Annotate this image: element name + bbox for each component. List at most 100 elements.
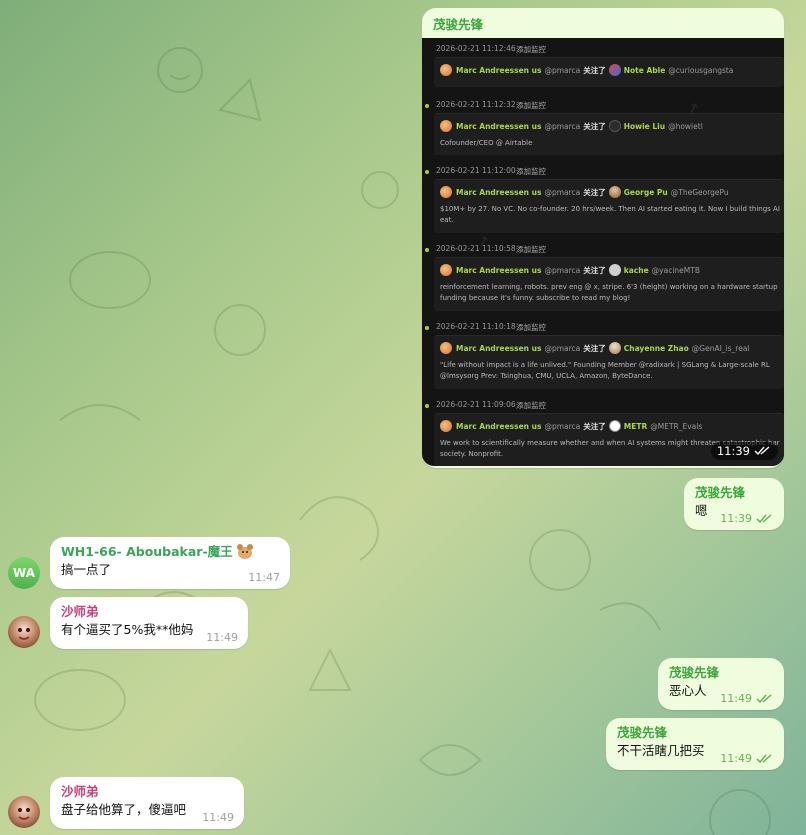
avatar-image-icon xyxy=(18,808,30,820)
follow-card: Marc Andreessen us @pmarca 关注了 kache @ya… xyxy=(434,257,784,311)
target-avatar xyxy=(608,264,621,276)
message-sender[interactable]: WH1-66- Aboubakar-魔王 xyxy=(61,543,280,561)
target-handle: @howietl xyxy=(668,121,703,131)
follow-card: Marc Andreessen us @pmarca 关注了 Howie Liu… xyxy=(434,113,784,155)
add-monitor-link[interactable]: 添加监控 xyxy=(516,100,546,111)
message-bubble[interactable]: WH1-66- Aboubakar-魔王 搞一点了 11:47 xyxy=(50,537,290,589)
message-meta: 11:39 xyxy=(720,512,774,525)
message-time: 11:47 xyxy=(248,571,280,584)
target-avatar xyxy=(608,64,621,76)
target-handle: @METR_Evals xyxy=(650,421,703,431)
timeline-dot xyxy=(425,326,429,330)
actor-name: Marc Andreessen us xyxy=(456,121,542,131)
message-meta: 11:49 xyxy=(720,692,774,705)
follow-verb: 关注了 xyxy=(583,187,606,197)
actor-handle: @pmarca xyxy=(544,187,581,197)
target-avatar xyxy=(608,342,621,354)
target-bio-cont: funding because it's funny. subscribe to… xyxy=(440,294,631,302)
card-message-bubble[interactable]: 茂骏先锋 ↗ ↗ 2026-02-21 11:12:46 添加监控 Marc A… xyxy=(422,8,784,468)
target-name: Chayenne Zhao xyxy=(623,343,689,353)
card-message-sender[interactable]: 茂骏先锋 xyxy=(433,16,483,34)
target-name: kache xyxy=(623,265,649,275)
add-monitor-link[interactable]: 添加监控 xyxy=(516,44,546,55)
actor-handle: @pmarca xyxy=(544,343,581,353)
message-sender[interactable]: 茂骏先锋 xyxy=(669,664,774,682)
message-bubble[interactable]: 沙师弟 有个逼买了5%我**他妈 11:49 xyxy=(50,597,248,649)
message-meta: 11:49 xyxy=(202,811,234,824)
card-message-screenshot[interactable]: ↗ ↗ 2026-02-21 11:12:46 添加监控 Marc Andree… xyxy=(422,38,784,466)
entry-timestamp: 2026-02-21 11:10:18 xyxy=(436,322,516,331)
target-bio: Cofounder/CEO @ Airtable xyxy=(440,139,533,147)
follow-verb: 关注了 xyxy=(583,265,606,275)
target-bio-cont: eat. xyxy=(440,216,454,224)
timeline-dot xyxy=(425,170,429,174)
actor-name: Marc Andreessen us xyxy=(456,265,542,275)
message-time: 11:39 xyxy=(720,512,752,525)
card-message-time: 11:39 xyxy=(710,442,778,460)
double-check-icon xyxy=(756,513,772,523)
avatar[interactable] xyxy=(8,616,40,648)
entry-timestamp: 2026-02-21 11:10:58 xyxy=(436,244,516,253)
target-avatar xyxy=(608,186,621,198)
message-sender[interactable]: 茂骏先锋 xyxy=(617,724,774,742)
target-name: Note Able xyxy=(623,65,666,75)
double-check-icon xyxy=(754,446,770,456)
message-time: 11:49 xyxy=(720,752,752,765)
target-bio-cont: @lmsysorg Prev: Tsinghua, CMU, UCLA, Ama… xyxy=(440,372,653,380)
follow-card: Marc Andreessen us @pmarca 关注了 Note Able… xyxy=(434,57,784,87)
target-avatar xyxy=(608,120,621,132)
actor-avatar xyxy=(440,120,452,132)
target-avatar xyxy=(608,420,621,432)
target-handle: @yacineMTB xyxy=(651,265,700,275)
message-sender[interactable]: 茂骏先锋 xyxy=(695,484,774,502)
time-label: 11:39 xyxy=(716,444,750,458)
entry-timestamp: 2026-02-21 11:12:32 xyxy=(436,100,516,109)
double-check-icon xyxy=(756,693,772,703)
message-time: 11:49 xyxy=(202,811,234,824)
follow-verb: 关注了 xyxy=(583,121,606,131)
avatar-image-icon xyxy=(18,628,30,640)
target-name: George Pu xyxy=(623,187,668,197)
actor-avatar xyxy=(440,264,452,276)
follow-verb: 关注了 xyxy=(583,343,606,353)
avatar[interactable] xyxy=(8,796,40,828)
message-meta: 11:47 xyxy=(248,571,280,584)
timeline-dot xyxy=(425,104,429,108)
timeline-dot xyxy=(425,404,429,408)
message-text: 搞一点了 xyxy=(61,562,112,577)
actor-handle: @pmarca xyxy=(544,421,581,431)
add-monitor-link[interactable]: 添加监控 xyxy=(516,322,546,333)
message-time: 11:49 xyxy=(720,692,752,705)
target-bio: reinforcement learning, robots. prev eng… xyxy=(440,283,780,291)
avatar[interactable]: WA xyxy=(8,557,40,589)
follow-verb: 关注了 xyxy=(583,65,606,75)
message-bubble[interactable]: 茂骏先锋 恶心人 11:49 xyxy=(658,658,784,710)
message-sender[interactable]: 沙师弟 xyxy=(61,783,234,801)
follow-card: Marc Andreessen us @pmarca 关注了 George Pu… xyxy=(434,179,784,233)
message-bubble[interactable]: 茂骏先锋 嗯 11:39 xyxy=(684,478,784,530)
target-name: Howie Liu xyxy=(623,121,666,131)
timeline-dot xyxy=(425,248,429,252)
avatar-initials: WA xyxy=(13,566,35,580)
actor-name: Marc Andreessen us xyxy=(456,187,542,197)
actor-avatar xyxy=(440,342,452,354)
message-bubble[interactable]: 茂骏先锋 不干活瞎几把买 11:49 xyxy=(606,718,784,770)
custom-emoji-icon xyxy=(236,544,253,559)
message-meta: 11:49 xyxy=(206,631,238,644)
message-sender[interactable]: 沙师弟 xyxy=(61,603,238,621)
entry-timestamp: 2026-02-21 11:12:00 xyxy=(436,166,516,175)
add-monitor-link[interactable]: 添加监控 xyxy=(516,244,546,255)
add-monitor-link[interactable]: 添加监控 xyxy=(516,166,546,177)
message-meta: 11:49 xyxy=(720,752,774,765)
follow-card: Marc Andreessen us @pmarca 关注了 Chayenne … xyxy=(434,335,784,389)
actor-handle: @pmarca xyxy=(544,121,581,131)
target-bio: "Life without impact is a life unlived."… xyxy=(440,361,770,369)
actor-avatar xyxy=(440,420,452,432)
actor-name: Marc Andreessen us xyxy=(456,343,542,353)
actor-handle: @pmarca xyxy=(544,265,581,275)
target-handle: @TheGeorgePu xyxy=(670,187,729,197)
add-monitor-link[interactable]: 添加监控 xyxy=(516,400,546,411)
entry-timestamp: 2026-02-21 11:09:06 xyxy=(436,400,516,409)
message-bubble[interactable]: 沙师弟 盘子给他算了，傻逼吧 11:49 xyxy=(50,777,244,829)
actor-handle: @pmarca xyxy=(544,65,581,75)
